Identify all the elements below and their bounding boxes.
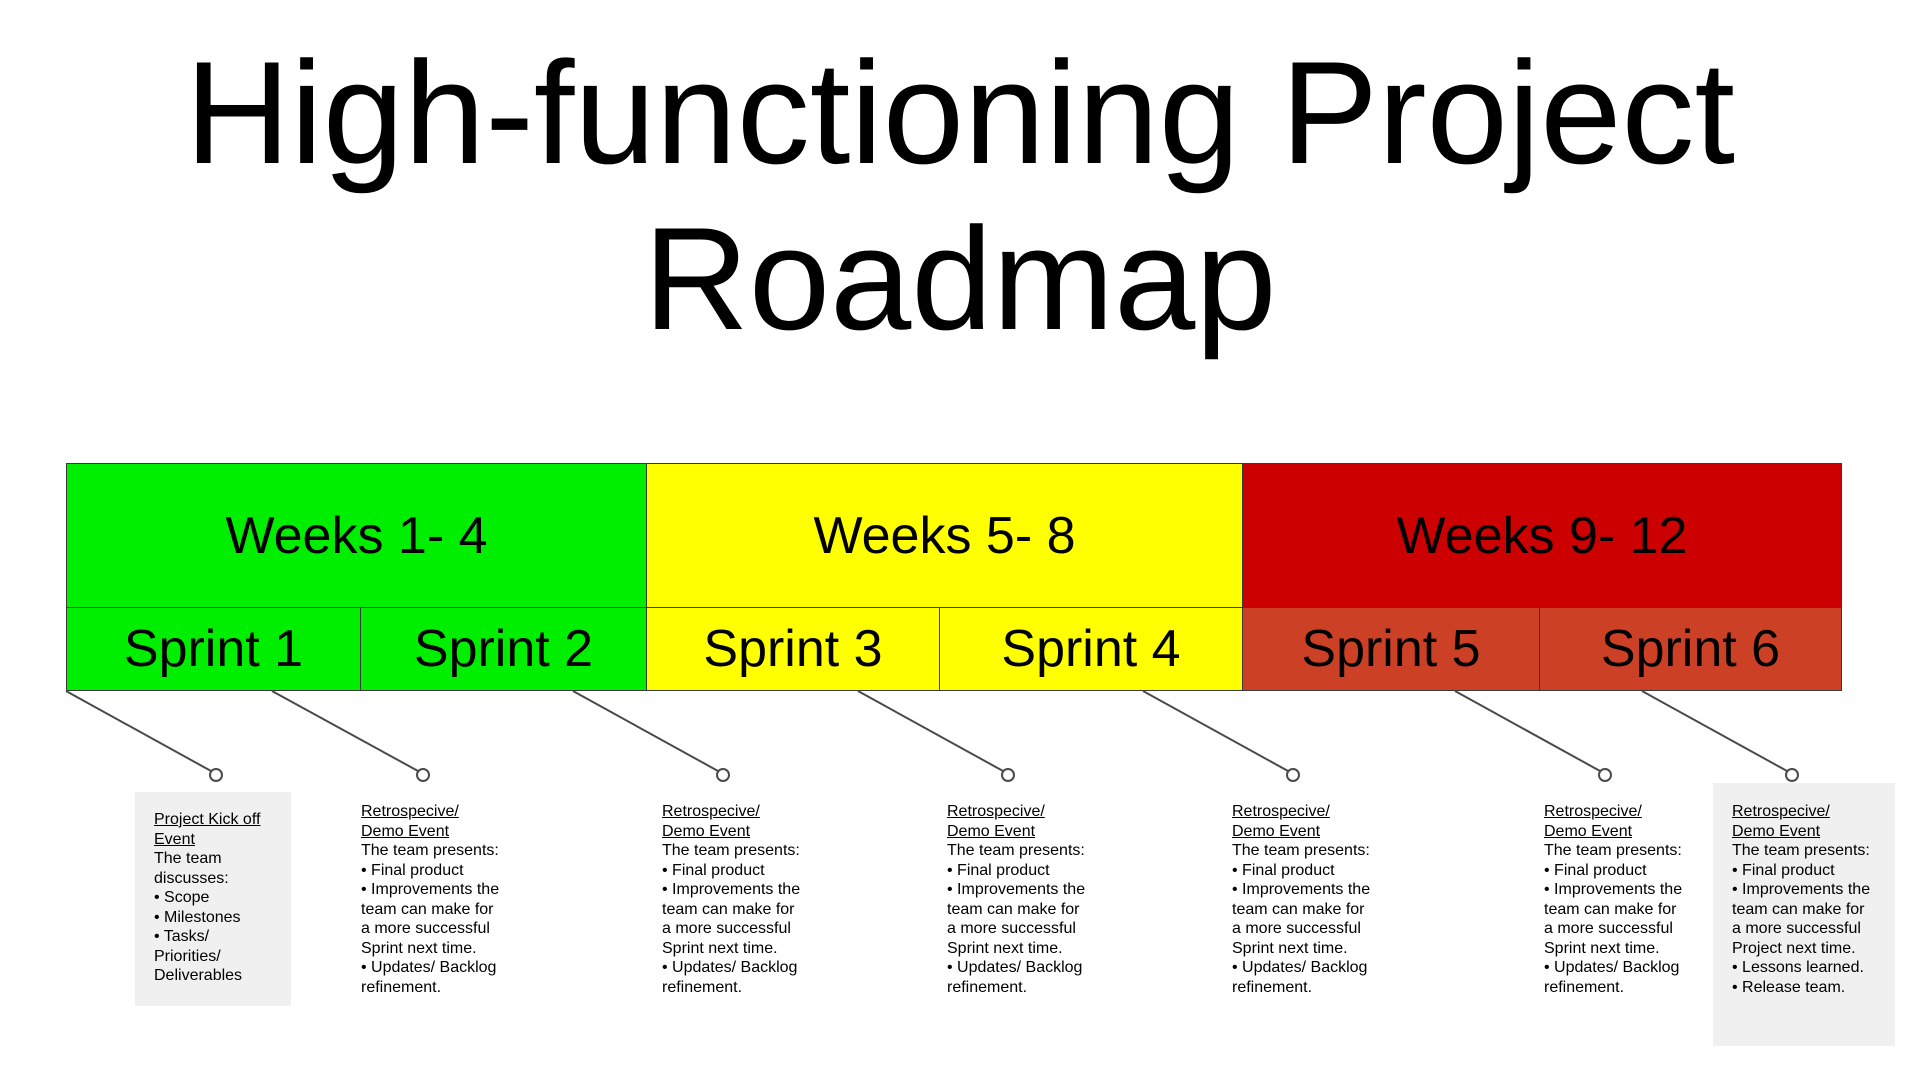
page-title: High-functioning Project Roadmap [0,30,1920,362]
note-line: Deliverables [154,967,243,984]
connector-line [1454,690,1601,772]
note-line: • Final product [1544,861,1647,879]
sprint-6: Sprint 6 [1539,607,1842,691]
note-line: The team presents: [662,842,800,859]
note-line: • Updates/ Backlog [662,959,798,976]
connector-node [209,768,223,782]
note-heading: Retrospecive/ Demo Event [1544,803,1642,840]
title-line-2: Roadmap [643,197,1277,360]
connector-line [1142,690,1289,772]
note-line: refinement. [1232,978,1313,996]
note-line: • Final product [1732,861,1835,879]
note-line: • Updates/ Backlog [1544,959,1680,976]
sprint-4-retro-note: Retrospecive/ Demo Event The team present… [1232,802,1402,997]
note-line: The team presents: [1232,842,1370,859]
note-line: • Scope [154,889,210,906]
note-line: • Tasks/ [154,928,210,945]
kickoff-event-note: Project Kick off Event The team discusses:… [135,792,291,1006]
connector-node [1785,768,1799,782]
note-line: Sprint next time. [947,939,1063,957]
note-line: a more successful [1544,920,1673,937]
note-line: Priorities/ [154,947,221,965]
sprint-4: Sprint 4 [939,607,1243,691]
sprint-3-retro-note: Retrospecive/ Demo Event The team present… [947,802,1117,997]
note-line: • Release team. [1732,978,1846,996]
connector-line [857,690,1004,772]
connector-node [416,768,430,782]
sprint-3: Sprint 3 [646,607,940,691]
note-heading: Retrospecive/ Demo Event [947,803,1045,840]
note-line: a more successful [1732,920,1861,937]
title-line-1: High-functioning Project [184,31,1736,194]
note-line: team can make for [1732,900,1865,918]
sprint-1: Sprint 1 [66,607,361,691]
sprint-5: Sprint 5 [1242,607,1540,691]
period-weeks-1-4: Weeks 1- 4 [66,463,647,608]
note-line: • Milestones [154,908,241,926]
connector-line [271,690,419,772]
note-line: • Updates/ Backlog [361,959,497,976]
note-line: • Final product [947,861,1050,879]
note-line: discusses: [154,869,229,887]
note-line: Sprint next time. [361,939,477,957]
note-heading: Project Kick off Event [154,811,261,848]
connector-node [1001,768,1015,782]
note-line: • Final product [1232,861,1335,879]
note-heading: Retrospecive/ Demo Event [1732,803,1830,840]
note-line: • Final product [662,861,765,879]
connector-line [572,690,719,772]
period-weeks-5-8: Weeks 5- 8 [646,463,1243,608]
note-line: Sprint next time. [1544,939,1660,957]
period-weeks-9-12: Weeks 9- 12 [1242,463,1842,608]
connector-node [1286,768,1300,782]
note-line: Sprint next time. [1232,939,1348,957]
sprint-5-retro-note: Retrospecive/ Demo Event The team present… [1544,802,1714,997]
note-line: The team [154,850,222,867]
connector-line [65,690,212,772]
note-line: team can make for [662,900,795,918]
note-heading: Retrospecive/ Demo Event [1232,803,1330,840]
note-line: a more successful [662,920,791,937]
sprint-6-retro-note: Retrospecive/ Demo Event The team present… [1713,783,1895,1046]
note-line: The team presents: [1544,842,1682,859]
sprint-2-retro-note: Retrospecive/ Demo Event The team present… [662,802,832,997]
note-line: The team presents: [1732,842,1870,859]
note-line: The team presents: [361,842,499,859]
note-line: refinement. [947,978,1028,996]
connector-node [1598,768,1612,782]
sprint-2: Sprint 2 [360,607,647,691]
note-line: a more successful [947,920,1076,937]
note-line: team can make for [361,900,494,918]
note-line: • Updates/ Backlog [947,959,1083,976]
note-line: • Improvements the [1232,881,1371,898]
note-line: team can make for [947,900,1080,918]
note-line: Project next time. [1732,939,1856,957]
note-line: • Final product [361,861,464,879]
note-line: team can make for [1232,900,1365,918]
note-line: • Improvements the [1544,881,1683,898]
note-line: Sprint next time. [662,939,778,957]
note-line: team can make for [1544,900,1677,918]
note-line: The team presents: [947,842,1085,859]
note-line: • Improvements the [947,881,1086,898]
connector-line [1641,690,1788,772]
note-line: a more successful [1232,920,1361,937]
note-line: refinement. [662,978,743,996]
note-line: • Improvements the [361,881,500,898]
note-line: refinement. [361,978,442,996]
note-line: refinement. [1544,978,1625,996]
sprint-1-retro-note: Retrospecive/ Demo Event The team present… [361,802,531,997]
note-line: • Lessons learned. [1732,959,1864,976]
note-heading: Retrospecive/ Demo Event [662,803,760,840]
note-line: a more successful [361,920,490,937]
note-line: • Improvements the [1732,881,1871,898]
note-line: • Improvements the [662,881,801,898]
note-line: • Updates/ Backlog [1232,959,1368,976]
note-heading: Retrospecive/ Demo Event [361,803,459,840]
connector-node [716,768,730,782]
